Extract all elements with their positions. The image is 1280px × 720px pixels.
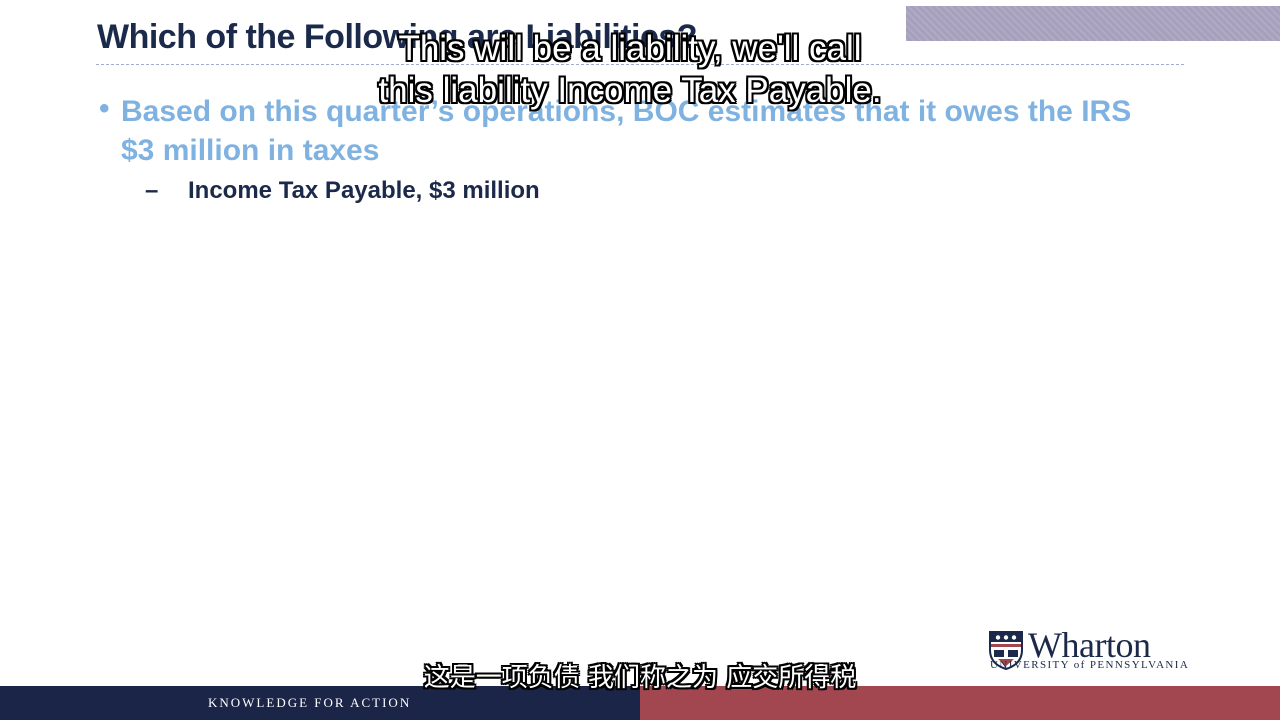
english-caption: This will be a liability, we'll call thi… [280, 28, 980, 112]
english-caption-line-2: this liability Income Tax Payable. [378, 71, 882, 110]
sub-bullet-text: Income Tax Payable, $3 million [188, 177, 540, 204]
bullet-marker: • [99, 92, 110, 125]
sub-bullet-marker: – [145, 177, 159, 204]
english-caption-line-1: This will be a liability, we'll call [398, 29, 862, 68]
chinese-caption: 这是一项负债 我们称之为 应交所得税 [423, 663, 857, 693]
footer-tagline: KNOWLEDGE FOR ACTION [208, 695, 412, 710]
